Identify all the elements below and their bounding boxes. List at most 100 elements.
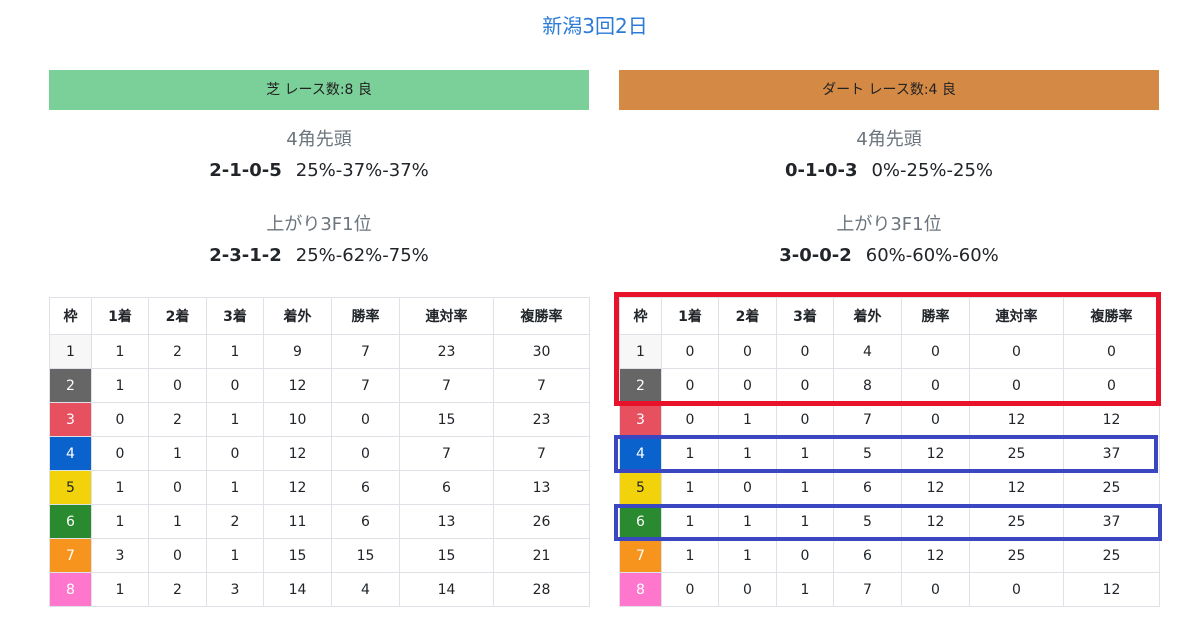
column-header: 枠 bbox=[49, 297, 92, 335]
turf-lead-rates: 25%-37%-37% bbox=[295, 160, 429, 181]
dirt-lead-label: 4角先頭 bbox=[856, 129, 922, 150]
waku-cell: 7 bbox=[49, 538, 92, 573]
dirt-lead-record: 0-1-0-3 bbox=[784, 160, 858, 181]
table-row: 6 1 1 2 11 6 13 26 bbox=[49, 504, 590, 539]
table-cell: 23 bbox=[493, 402, 590, 437]
waku-cell: 6 bbox=[49, 504, 92, 539]
table-cell: 21 bbox=[493, 538, 590, 573]
table-cell: 6 bbox=[833, 470, 902, 505]
waku-cell: 3 bbox=[49, 402, 92, 437]
table-cell: 0 bbox=[718, 470, 777, 505]
table-cell: 25 bbox=[969, 538, 1064, 573]
table-cell: 1 bbox=[206, 470, 264, 505]
table-header-row: 枠 1着 2着 3着 着外 勝率 連対率 複勝率 bbox=[49, 297, 590, 335]
table-cell: 12 bbox=[263, 368, 332, 403]
turf-lead-record: 2-1-0-5 bbox=[209, 160, 282, 181]
turf-last3f-label: 上がり3F1位 bbox=[266, 214, 372, 235]
table-cell: 4 bbox=[331, 572, 400, 607]
table-cell: 7 bbox=[493, 368, 590, 403]
waku-cell: 4 bbox=[49, 436, 92, 471]
table-cell: 1 bbox=[91, 572, 149, 607]
table-cell: 0 bbox=[901, 572, 970, 607]
table-cell: 0 bbox=[91, 436, 149, 471]
table-cell: 0 bbox=[206, 436, 264, 471]
column-header: 複勝率 bbox=[493, 297, 590, 335]
table-cell: 30 bbox=[493, 334, 590, 369]
highlight-box-blue bbox=[614, 435, 1158, 473]
column-header: 1着 bbox=[91, 297, 149, 335]
table-cell: 0 bbox=[148, 368, 207, 403]
table-cell: 7 bbox=[331, 368, 400, 403]
table-cell: 13 bbox=[399, 504, 494, 539]
table-cell: 0 bbox=[969, 572, 1064, 607]
table-row: 3 0 1 0 7 0 12 12 bbox=[619, 402, 1160, 437]
table-cell: 1 bbox=[661, 470, 719, 505]
table-cell: 1 bbox=[776, 470, 834, 505]
table-cell: 1 bbox=[91, 470, 149, 505]
waku-cell: 8 bbox=[49, 572, 92, 607]
table-cell: 1 bbox=[91, 334, 149, 369]
highlight-box-blue bbox=[614, 504, 1162, 541]
waku-cell: 1 bbox=[49, 334, 92, 369]
table-cell: 0 bbox=[206, 368, 264, 403]
table-cell: 7 bbox=[833, 572, 902, 607]
table-cell: 12 bbox=[969, 470, 1064, 505]
table-cell: 1 bbox=[206, 538, 264, 573]
dirt-last3f-rates: 60%-60%-60% bbox=[865, 245, 999, 266]
table-cell: 0 bbox=[91, 402, 149, 437]
table-cell: 0 bbox=[776, 402, 834, 437]
column-header: 勝率 bbox=[331, 297, 400, 335]
table-cell: 6 bbox=[331, 504, 400, 539]
turf-header: 芝 レース数:8 良 bbox=[49, 70, 589, 110]
table-row: 8 1 2 3 14 4 14 28 bbox=[49, 572, 590, 607]
dirt-lead-rates: 0%-25%-25% bbox=[871, 160, 994, 181]
table-cell: 26 bbox=[493, 504, 590, 539]
table-row: 5 1 0 1 6 12 12 25 bbox=[619, 470, 1160, 505]
table-cell: 6 bbox=[331, 470, 400, 505]
highlight-box-red bbox=[614, 292, 1161, 406]
table-row: 7 1 1 0 6 12 25 25 bbox=[619, 538, 1160, 573]
table-row: 3 0 2 1 10 0 15 23 bbox=[49, 402, 590, 437]
dirt-last3f-label: 上がり3F1位 bbox=[836, 214, 942, 235]
table-cell: 1 bbox=[91, 368, 149, 403]
table-cell: 1 bbox=[206, 402, 264, 437]
table-cell: 1 bbox=[776, 572, 834, 607]
table-cell: 15 bbox=[263, 538, 332, 573]
column-header: 着外 bbox=[263, 297, 332, 335]
table-cell: 25 bbox=[1063, 470, 1160, 505]
table-cell: 3 bbox=[206, 572, 264, 607]
waku-cell: 5 bbox=[619, 470, 662, 505]
table-cell: 0 bbox=[901, 402, 970, 437]
column-header: 連対率 bbox=[399, 297, 494, 335]
waku-cell: 8 bbox=[619, 572, 662, 607]
table-cell: 0 bbox=[661, 572, 719, 607]
table-cell: 7 bbox=[331, 334, 400, 369]
table-cell: 1 bbox=[206, 334, 264, 369]
waku-cell: 3 bbox=[619, 402, 662, 437]
table-cell: 7 bbox=[399, 436, 494, 471]
dirt-last3f-stat: 3-0-0-2 60%-60%-60% bbox=[619, 245, 1159, 266]
table-cell: 7 bbox=[399, 368, 494, 403]
turf-lead-stat: 2-1-0-5 25%-37%-37% bbox=[49, 160, 589, 181]
turf-stats-table: 枠 1着 2着 3着 着外 勝率 連対率 複勝率 1 1 2 1 9 7 23 30 2 1 0 0 12 7 7 7 3 0 2… bbox=[49, 297, 590, 607]
table-cell: 7 bbox=[493, 436, 590, 471]
table-cell: 0 bbox=[718, 572, 777, 607]
table-cell: 12 bbox=[901, 538, 970, 573]
table-cell: 3 bbox=[91, 538, 149, 573]
dirt-header: ダート レース数:4 良 bbox=[619, 70, 1159, 110]
table-cell: 10 bbox=[263, 402, 332, 437]
table-row: 7 3 0 1 15 15 15 21 bbox=[49, 538, 590, 573]
table-cell: 7 bbox=[833, 402, 902, 437]
table-cell: 0 bbox=[661, 402, 719, 437]
waku-cell: 7 bbox=[619, 538, 662, 573]
table-cell: 0 bbox=[148, 538, 207, 573]
table-row: 4 0 1 0 12 0 7 7 bbox=[49, 436, 590, 471]
table-cell: 28 bbox=[493, 572, 590, 607]
turf-panel: 芝 レース数:8 良 4角先頭 2-1-0-5 25%-37%-37% 上がり3F… bbox=[49, 70, 590, 607]
turf-last3f-stat: 2-3-1-2 25%-62%-75% bbox=[49, 245, 589, 266]
column-header: 3着 bbox=[206, 297, 264, 335]
column-header: 2着 bbox=[148, 297, 207, 335]
table-cell: 23 bbox=[399, 334, 494, 369]
table-cell: 15 bbox=[399, 538, 494, 573]
dirt-panel: ダート レース数:4 良 4角先頭 0-1-0-3 0%-25%-25% 上がり3… bbox=[619, 70, 1160, 607]
